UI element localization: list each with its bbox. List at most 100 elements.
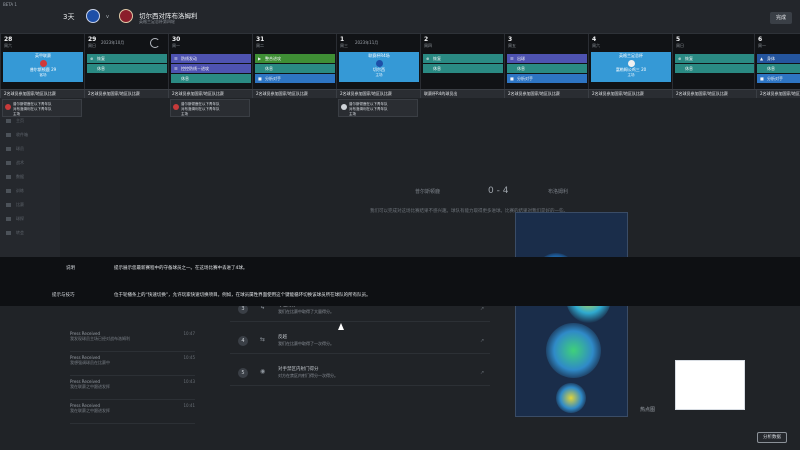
training-set-piece[interactable]: ☰ 出球 [507, 54, 587, 63]
training-rest[interactable]: 休息 [675, 64, 755, 73]
moment-desc: 我们在比赛中取得了一次得分。 [278, 341, 334, 346]
bar-label: 分析对手 [767, 76, 783, 81]
fitness-icon: ▶ [258, 56, 262, 61]
training-fitness[interactable]: ▶ 整合进攻 [255, 54, 335, 63]
bar-label: 休息 [265, 66, 273, 71]
day-weekday: 周六 [592, 43, 600, 48]
bar-label: 休息 [97, 66, 105, 71]
opponent-crest-icon [627, 60, 635, 67]
analysis-button[interactable]: 分析数据 [757, 432, 787, 443]
popup-line: 主场 [13, 112, 20, 116]
expand-icon[interactable]: ↗ [480, 338, 484, 344]
training-rest[interactable]: 休息 [423, 64, 503, 73]
day-weekday: 周一 [172, 43, 180, 48]
done-button[interactable]: 完成 [770, 12, 793, 24]
training-analysis[interactable]: ■ 分析对手 [255, 74, 335, 83]
day-weekday: 周四 [424, 43, 432, 48]
training-rest[interactable]: 休息 [87, 64, 167, 73]
nav-item[interactable]: 训练 [6, 186, 54, 196]
training-rest[interactable]: 休息 [171, 74, 251, 83]
fixture-card[interactable]: 英甲联赛 普尔斯顿鹿 29 客场 [3, 52, 83, 82]
nav-item[interactable]: 比赛 [6, 200, 54, 210]
fixture-popup[interactable]: 普尔斯顿鹿在以下青年队 对布洛姆利在以下青年队 主场 [170, 99, 250, 117]
feed-item[interactable]: 10:43 Press Received 我在联赛之中跟进发挥 [70, 376, 195, 400]
heatmap-side-panel: 热点图 [640, 218, 770, 448]
bar-label: 恢复 [97, 56, 105, 61]
training-analysis[interactable]: ■ 分析对手 [757, 74, 800, 83]
fixture-popup[interactable]: 普尔斯顿鹿在以下青年队 对布洛姆利在以下青年队 主场 [338, 99, 418, 117]
day-weekday: 周三 [340, 43, 348, 48]
goal-icon: ◉ [260, 368, 266, 375]
heat-blob [556, 383, 586, 413]
nav-item[interactable]: 主页 [6, 116, 54, 126]
feed-item[interactable]: 10:45 Press Received 我想强调球员在比赛中 [70, 352, 195, 376]
vs-label: v [106, 14, 109, 20]
moment-number: 4 [238, 336, 248, 346]
training-rest[interactable]: 休息 [507, 64, 587, 73]
analysis-icon: ■ [510, 76, 514, 81]
day-number: 28 [4, 36, 13, 43]
bar-label: 分析对手 [517, 76, 533, 81]
feed-item[interactable]: 10:41 Press Received 我在联赛之中跟进发挥 [70, 400, 195, 424]
recovery-icon: ⊕ [426, 56, 430, 61]
footer-note: 2名球员参加国家/地区队比赛 [252, 90, 334, 98]
nav-item[interactable]: 数据 [6, 172, 54, 182]
day-number: 2 [424, 36, 429, 43]
feed-item[interactable]: 10:47 Press Received 我发现球员主场已经对战布洛姆利 [70, 328, 195, 352]
club-badge-icon [5, 104, 11, 110]
training-recovery[interactable]: ⊕ 恢复 [423, 54, 503, 63]
tip-label: 说明 [66, 266, 75, 271]
training-analysis[interactable]: ■ 分析对手 [507, 74, 587, 83]
bar-label: 休息 [685, 66, 693, 71]
nav-item[interactable]: 球探 [6, 214, 54, 224]
moment-title: 对手禁区内射门得分 [278, 367, 319, 372]
moment-row[interactable]: 5 ◉ 对手禁区内射门得分 对方在禁区内射门得分一次得分。 ↗ [230, 362, 490, 386]
moment-row[interactable]: 4 ⇆ 反越 我们在比赛中取得了一次得分。 ↗ [230, 330, 490, 354]
fixture-popup[interactable]: 普尔斯顿鹿在以下青年队 对布洛姆利在以下青年队 主场 [2, 99, 82, 117]
footer-note: 2名球员参加国家/地区队比赛 [336, 90, 418, 98]
day-number: 30 [172, 36, 181, 43]
news-feed: 10:47 Press Received 我发现球员主场已经对战布洛姆利 10:… [70, 328, 195, 424]
nav-item[interactable]: 战术 [6, 158, 54, 168]
expand-icon[interactable]: ↗ [480, 306, 484, 312]
nav-item[interactable]: 球员 [6, 144, 54, 154]
bar-label: 休息 [767, 66, 775, 71]
footer-note: 2名球员参加国家/地区队比赛 [0, 90, 82, 98]
footer-note: 2名球员参加国家/地区队比赛 [84, 90, 166, 98]
training-rest[interactable]: 休息 [757, 64, 800, 73]
day-number: 1 [340, 36, 345, 43]
training-physical[interactable]: ▲ 身体 [757, 54, 800, 63]
fixture-card[interactable]: 联赛杯R4场 切尔西 主场 [339, 52, 419, 82]
opponent-crest-icon [39, 60, 47, 67]
heatmap-pitch [515, 212, 628, 417]
training-defense[interactable]: ☰ 控控防线－进攻 [171, 64, 251, 73]
feed-text: 我在联赛之中跟进发挥 [70, 408, 110, 413]
day-number: 29 [88, 36, 97, 43]
expand-icon[interactable]: ↗ [480, 370, 484, 376]
footer-note: 2名球员参加国家/地区队比赛 [504, 90, 586, 98]
match-competition: 英格兰足总杯第四轮 [139, 19, 175, 24]
club-badge-icon [173, 104, 179, 110]
heatmap-title: 热点图 [640, 407, 656, 413]
mini-pitch [675, 360, 745, 410]
home-crest-icon [86, 9, 100, 23]
training-recovery[interactable]: ⊕ 恢复 [87, 54, 167, 63]
training-attack[interactable]: ☰ 防线发动 [171, 54, 251, 63]
defense-icon: ☰ [174, 66, 178, 71]
day-number: 5 [676, 36, 681, 43]
tip-text: 位于轮播条上的“快速切换”，允许玩家快速切换项目。例如，在球员属性界面使用这个键… [114, 293, 371, 298]
moment-desc: 对方在禁区内射门得分一次得分。 [278, 373, 338, 378]
bar-label: 控控防线－进攻 [181, 66, 209, 71]
training-recovery[interactable]: ⊕ 恢复 [675, 54, 755, 63]
training-rest[interactable]: 休息 [255, 64, 335, 73]
nav-item[interactable]: 收件箱 [6, 130, 54, 140]
analysis-icon: ■ [760, 76, 764, 81]
fixture-venue: 客场 [39, 73, 47, 77]
heat-blob [546, 323, 601, 378]
fixture-card[interactable]: 英格兰足总杯 富勒姆公鸡三 20 主场 [591, 52, 671, 82]
physical-icon: ▲ [760, 56, 764, 61]
mouse-cursor-icon [338, 323, 344, 330]
fixture-competition: 联赛杯R4场 [368, 53, 390, 58]
analysis-icon: ■ [258, 76, 262, 81]
nav-item[interactable]: 转会 [6, 228, 54, 238]
